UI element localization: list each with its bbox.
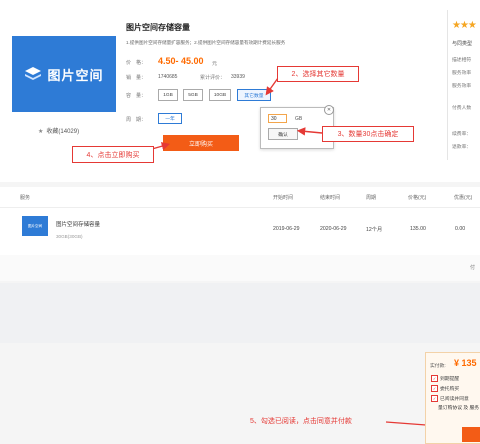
- row-discount: 0.00: [455, 226, 466, 232]
- service-spec: 30GB(30GB): [56, 234, 83, 239]
- expiry-reminder-checkbox[interactable]: ✓: [431, 375, 438, 382]
- order-extra-section: [0, 283, 480, 343]
- annotation-step3: 3、数量30点击确定: [322, 126, 414, 142]
- subtotal-label: 付: [470, 265, 476, 271]
- th-discount: 优惠(元): [454, 195, 473, 201]
- proxy-purchase-label: 委托购买: [440, 387, 460, 392]
- agree-and-pay-button[interactable]: [462, 427, 480, 442]
- annotation-step4: 4、点击立即购买: [72, 146, 154, 163]
- proxy-purchase-checkbox[interactable]: ✓: [431, 385, 438, 392]
- row-end-date: 2020-06-29: [320, 226, 347, 232]
- annotation-step2: 2、选择其它数量: [277, 66, 359, 82]
- th-service: 服务: [20, 195, 31, 201]
- row-period: 12个月: [366, 227, 383, 233]
- arrow-step4: [151, 142, 171, 151]
- arrow-step3: [296, 127, 323, 136]
- service-thumbnail: 图片空间: [22, 216, 48, 236]
- row-price: 135.00: [410, 226, 426, 232]
- th-period: 周期: [366, 195, 377, 201]
- table-row: [0, 208, 480, 255]
- agree-terms-label: 已阅读并同意: [440, 397, 469, 402]
- th-price: 价格(元): [408, 195, 427, 201]
- agree-terms-checkbox[interactable]: ✓: [431, 395, 438, 402]
- agreement-link[interactable]: 量订购协议 及 服务: [438, 404, 479, 411]
- annotation-step5: 5、勾选已阅读，点击同意并付款: [250, 418, 352, 425]
- payment-label: 实付款:: [430, 364, 446, 369]
- expiry-reminder-label: 到期提醒: [440, 377, 460, 382]
- row-start-date: 2019-06-29: [273, 226, 300, 232]
- thumbnail-text: 图片空间: [27, 223, 43, 228]
- service-name: 图片空间存储容量: [56, 222, 101, 228]
- payment-amount: ¥ 135: [454, 358, 477, 368]
- th-start-time: 开始时间: [273, 195, 294, 201]
- th-end-time: 结束时间: [320, 195, 341, 201]
- order-subtotal-bar: [0, 255, 480, 281]
